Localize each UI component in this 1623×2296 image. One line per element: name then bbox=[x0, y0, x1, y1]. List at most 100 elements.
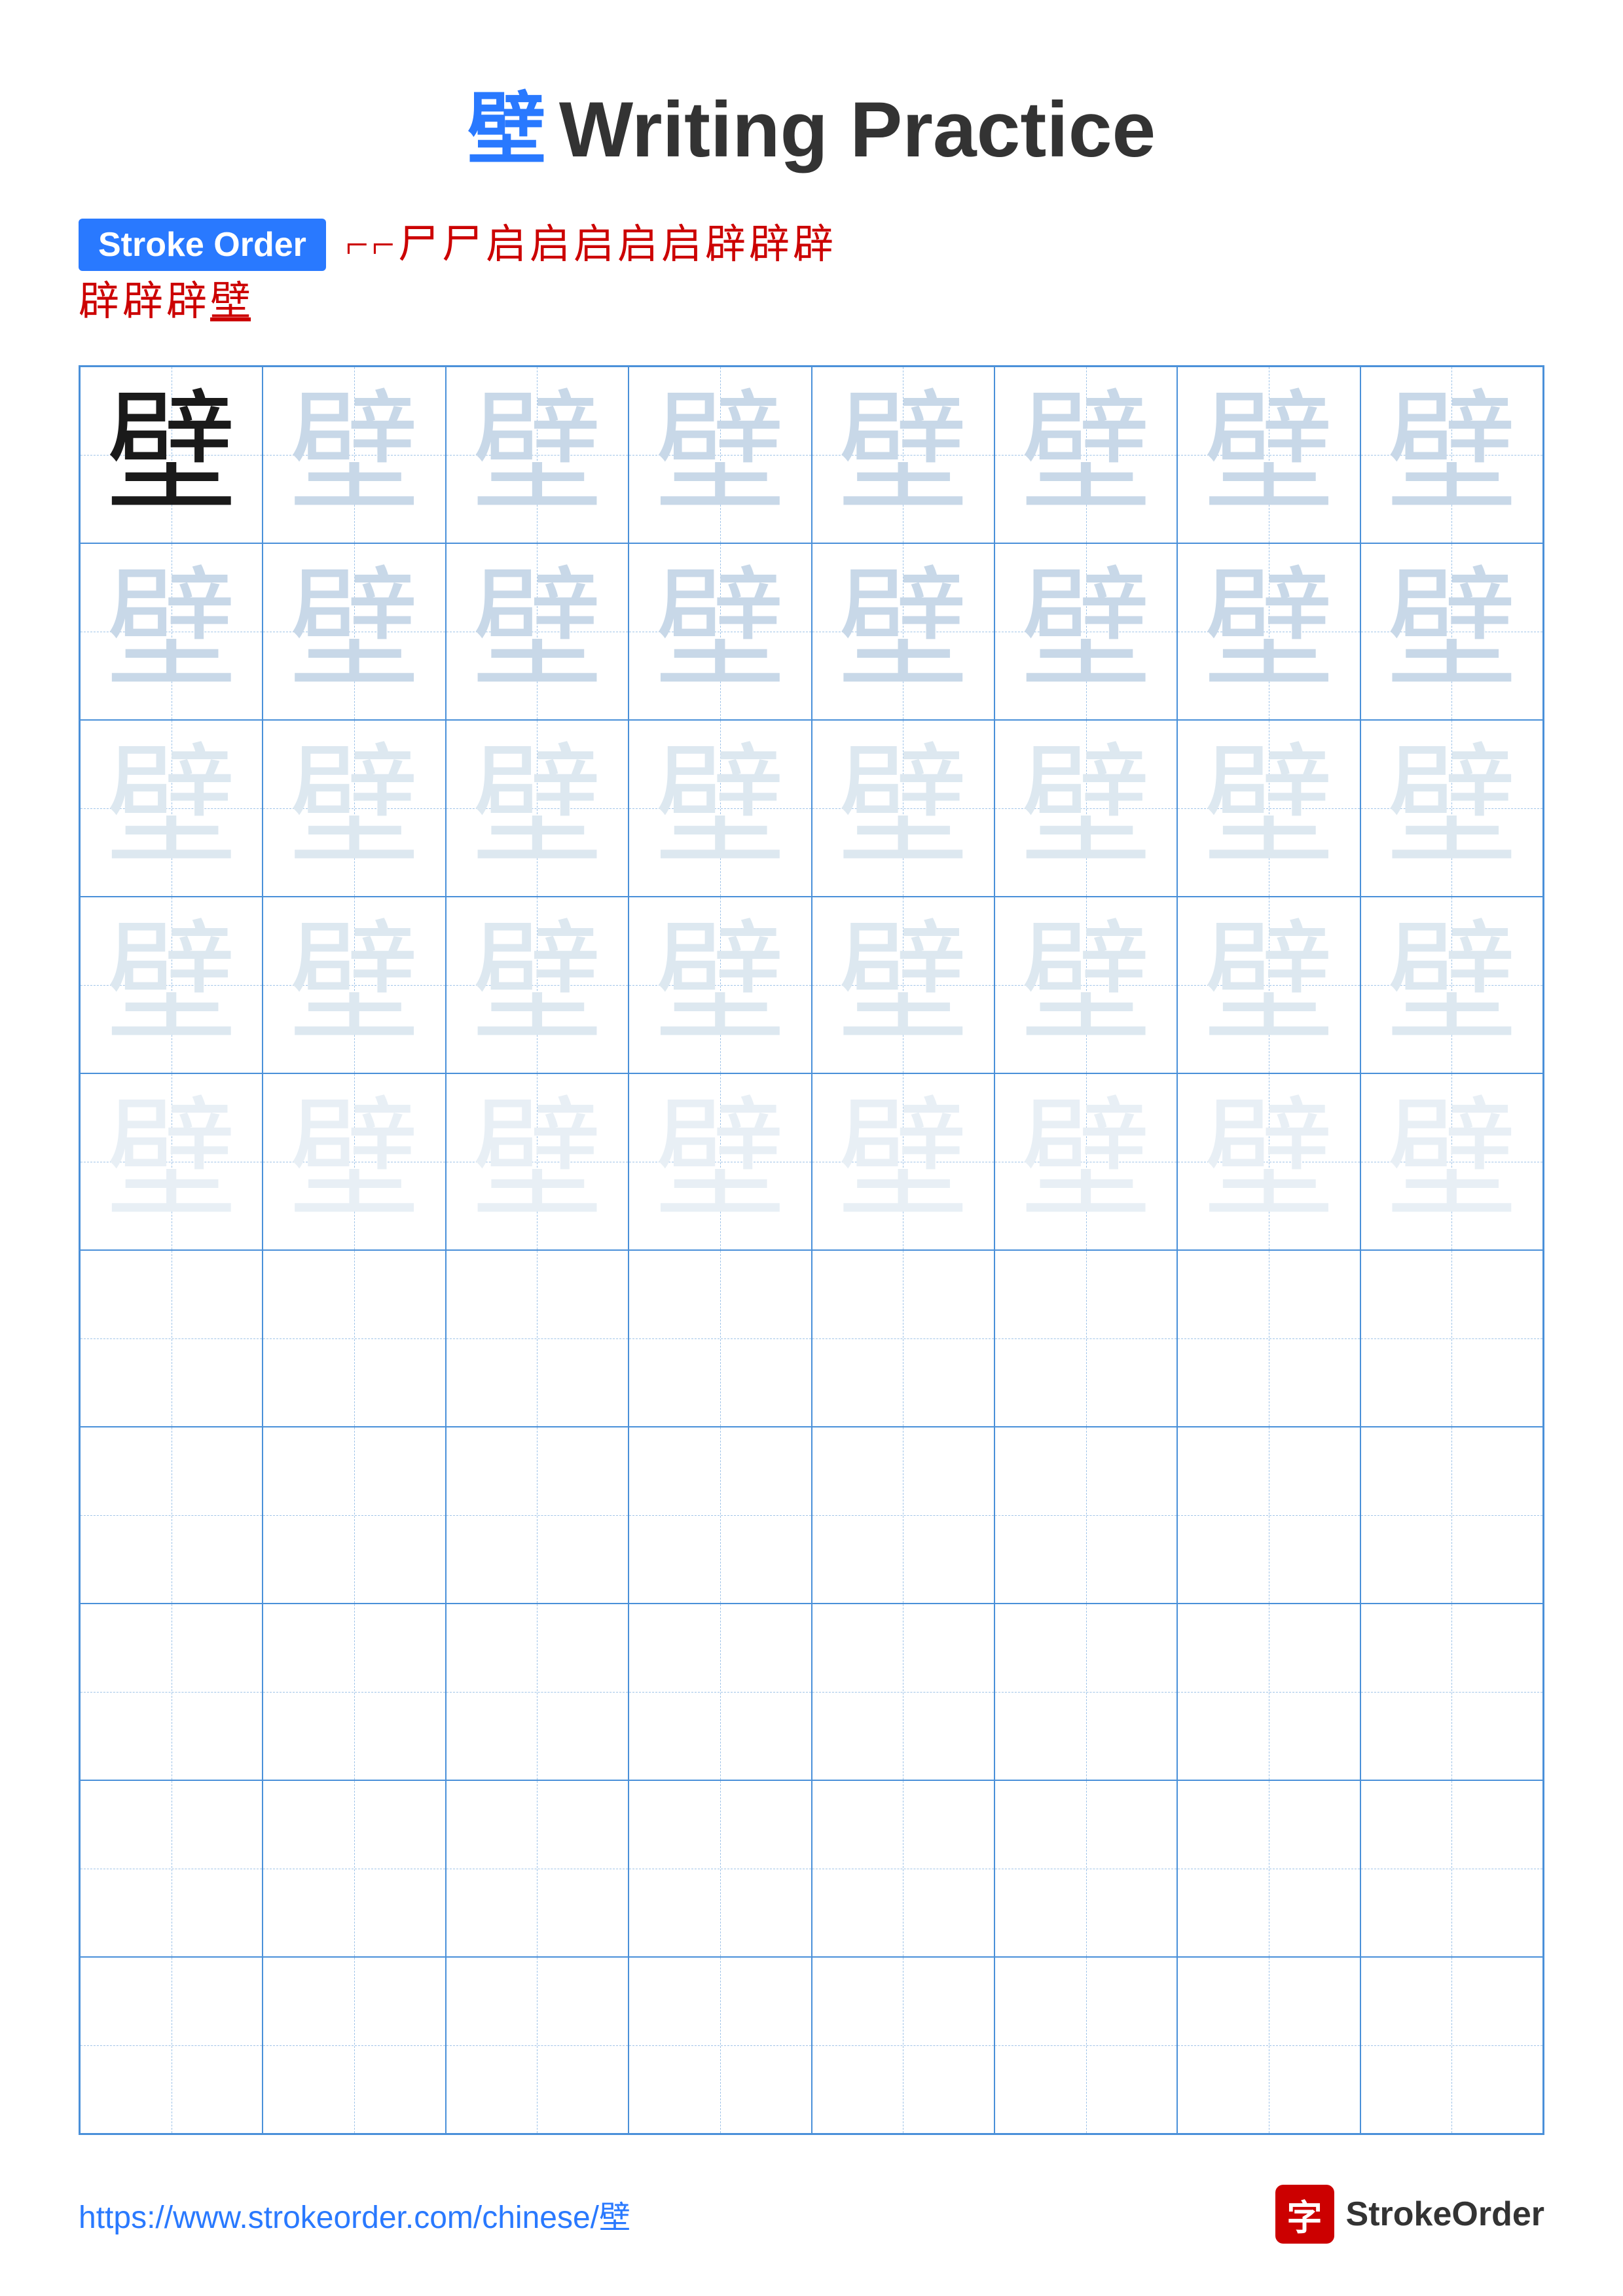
grid-cell[interactable]: 壁 bbox=[812, 543, 994, 720]
grid-cell[interactable]: 壁 bbox=[1177, 720, 1360, 897]
stroke-chars-row1: ⌐ ⌐ 尸 尸 启 启 启 启 启 辟 辟 辟 bbox=[346, 221, 833, 269]
grid-cell[interactable] bbox=[994, 1427, 1177, 1604]
grid-cell[interactable] bbox=[1177, 1604, 1360, 1780]
grid-cell[interactable]: 壁 bbox=[994, 367, 1177, 543]
grid-cell[interactable]: 壁 bbox=[629, 897, 811, 1073]
grid-cell[interactable] bbox=[994, 1250, 1177, 1427]
grid-cell[interactable]: 壁 bbox=[629, 543, 811, 720]
grid-cell[interactable]: 壁 bbox=[1177, 367, 1360, 543]
grid-cell[interactable]: 壁 bbox=[994, 720, 1177, 897]
stroke-char-12: 辟 bbox=[793, 221, 833, 269]
grid-cell[interactable] bbox=[629, 1604, 811, 1780]
grid-cell[interactable] bbox=[629, 1250, 811, 1427]
grid-cell[interactable] bbox=[263, 1604, 445, 1780]
grid-cell[interactable] bbox=[812, 1604, 994, 1780]
grid-cell[interactable]: 壁 bbox=[446, 367, 629, 543]
grid-cell[interactable] bbox=[263, 1957, 445, 2134]
grid-cell[interactable]: 壁 bbox=[1360, 1073, 1543, 1250]
grid-cell[interactable]: 壁 bbox=[994, 543, 1177, 720]
grid-cell[interactable] bbox=[263, 1250, 445, 1427]
stroke-order-row2: 辟 辟 辟 壁 bbox=[79, 278, 1544, 326]
grid-cell-char: 壁 bbox=[106, 566, 237, 697]
grid-cell-char: 壁 bbox=[1386, 566, 1517, 697]
grid-cell[interactable]: 壁 bbox=[812, 367, 994, 543]
grid-cell[interactable]: 壁 bbox=[80, 543, 263, 720]
grid-cell[interactable] bbox=[994, 1957, 1177, 2134]
grid-cell[interactable] bbox=[1360, 1250, 1543, 1427]
grid-cell[interactable]: 壁 bbox=[263, 543, 445, 720]
grid-cell[interactable]: 壁 bbox=[446, 720, 629, 897]
grid-cell[interactable] bbox=[1360, 1957, 1543, 2134]
grid-cell[interactable]: 壁 bbox=[80, 897, 263, 1073]
grid-cell[interactable] bbox=[263, 1780, 445, 1957]
grid-cell[interactable] bbox=[629, 1780, 811, 1957]
grid-cell[interactable] bbox=[1360, 1780, 1543, 1957]
grid-cell[interactable] bbox=[446, 1957, 629, 2134]
grid-cell-char: 壁 bbox=[837, 920, 968, 1050]
grid-cell[interactable]: 壁 bbox=[263, 897, 445, 1073]
grid-cell[interactable] bbox=[994, 1780, 1177, 1957]
grid-cell[interactable]: 壁 bbox=[446, 897, 629, 1073]
grid-cell[interactable] bbox=[1177, 1427, 1360, 1604]
grid-cell[interactable] bbox=[1177, 1780, 1360, 1957]
grid-cell[interactable]: 壁 bbox=[812, 720, 994, 897]
grid-cell[interactable] bbox=[80, 1427, 263, 1604]
grid-cell-char: 壁 bbox=[837, 389, 968, 520]
grid-cell[interactable] bbox=[1177, 1250, 1360, 1427]
grid-cell[interactable]: 壁 bbox=[1360, 897, 1543, 1073]
grid-cell[interactable] bbox=[80, 1957, 263, 2134]
grid-cell[interactable] bbox=[629, 1427, 811, 1604]
footer-url[interactable]: https://www.strokeorder.com/chinese/壁 bbox=[79, 2191, 630, 2237]
grid-cell[interactable]: 壁 bbox=[263, 720, 445, 897]
grid-cell[interactable]: 壁 bbox=[1177, 897, 1360, 1073]
stroke-chars-row2: 辟 辟 辟 壁 bbox=[79, 278, 251, 326]
grid-cell[interactable] bbox=[1177, 1957, 1360, 2134]
grid-cell-char: 壁 bbox=[655, 920, 786, 1050]
grid-cell[interactable]: 壁 bbox=[80, 367, 263, 543]
grid-cell[interactable] bbox=[80, 1780, 263, 1957]
logo-text: StrokeOrder bbox=[1346, 2195, 1544, 2234]
grid-cell-char: 壁 bbox=[106, 920, 237, 1050]
grid-cell[interactable]: 壁 bbox=[994, 897, 1177, 1073]
grid-cell[interactable] bbox=[446, 1604, 629, 1780]
grid-cell[interactable] bbox=[446, 1780, 629, 1957]
grid-cell[interactable] bbox=[812, 1427, 994, 1604]
grid-cell[interactable]: 壁 bbox=[629, 1073, 811, 1250]
grid-cell[interactable] bbox=[263, 1427, 445, 1604]
grid-cell[interactable]: 壁 bbox=[1177, 543, 1360, 720]
grid-cell-char: 壁 bbox=[655, 1096, 786, 1227]
stroke-char-7: 启 bbox=[574, 221, 614, 269]
grid-cell-char: 壁 bbox=[471, 566, 602, 697]
grid-cell[interactable] bbox=[812, 1957, 994, 2134]
grid-cell[interactable]: 壁 bbox=[629, 720, 811, 897]
grid-cell[interactable]: 壁 bbox=[1360, 367, 1543, 543]
stroke-char-15: 辟 bbox=[166, 278, 207, 326]
grid-cell[interactable] bbox=[629, 1957, 811, 2134]
grid-cell[interactable]: 壁 bbox=[263, 1073, 445, 1250]
grid-cell[interactable] bbox=[994, 1604, 1177, 1780]
grid-cell[interactable]: 壁 bbox=[1360, 543, 1543, 720]
grid-cell[interactable] bbox=[1360, 1427, 1543, 1604]
grid-cell-char: 壁 bbox=[1386, 743, 1517, 874]
grid-cell[interactable]: 壁 bbox=[1360, 720, 1543, 897]
grid-cell[interactable] bbox=[80, 1604, 263, 1780]
grid-cell[interactable]: 壁 bbox=[812, 897, 994, 1073]
grid-cell[interactable] bbox=[446, 1250, 629, 1427]
grid-cell[interactable] bbox=[80, 1250, 263, 1427]
grid-cell[interactable]: 壁 bbox=[812, 1073, 994, 1250]
grid-cell-char: 壁 bbox=[837, 566, 968, 697]
grid-cell[interactable]: 壁 bbox=[80, 1073, 263, 1250]
grid-cell[interactable] bbox=[812, 1780, 994, 1957]
stroke-char-1: ⌐ bbox=[346, 221, 369, 269]
grid-cell[interactable]: 壁 bbox=[1177, 1073, 1360, 1250]
grid-cell[interactable] bbox=[446, 1427, 629, 1604]
grid-cell[interactable]: 壁 bbox=[994, 1073, 1177, 1250]
grid-cell[interactable]: 壁 bbox=[80, 720, 263, 897]
grid-cell[interactable]: 壁 bbox=[629, 367, 811, 543]
grid-cell[interactable] bbox=[1360, 1604, 1543, 1780]
stroke-char-16: 壁 bbox=[210, 278, 251, 326]
grid-cell[interactable]: 壁 bbox=[446, 543, 629, 720]
grid-cell[interactable] bbox=[812, 1250, 994, 1427]
grid-cell[interactable]: 壁 bbox=[263, 367, 445, 543]
grid-cell[interactable]: 壁 bbox=[446, 1073, 629, 1250]
